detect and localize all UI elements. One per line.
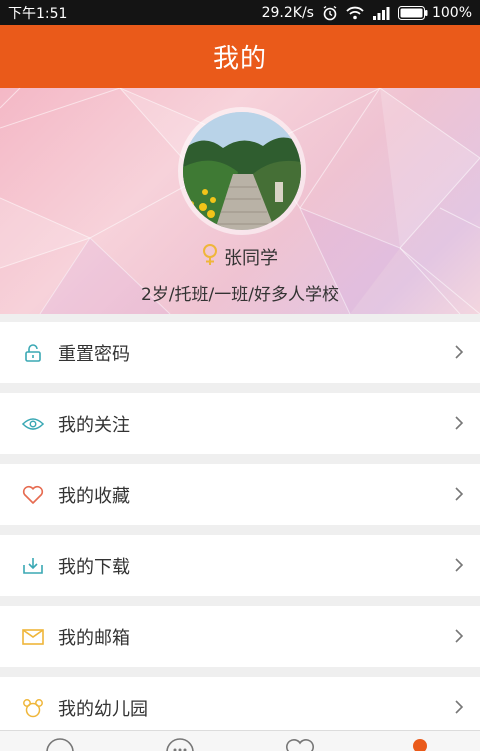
menu-item-reset-password[interactable]: 重置密码 xyxy=(0,322,480,383)
menu-label: 我的收藏 xyxy=(58,482,130,508)
menu-label: 我的下载 xyxy=(58,553,130,579)
profile-name: 张同学 xyxy=(224,244,278,270)
tab-favorites-icon[interactable] xyxy=(285,737,315,751)
menu-label: 我的邮箱 xyxy=(58,624,130,650)
chevron-right-icon xyxy=(454,699,464,719)
battery-percent: 100% xyxy=(432,5,472,21)
profile-name-row: 张同学 xyxy=(0,243,480,271)
battery-icon xyxy=(398,6,428,20)
heart-icon xyxy=(22,484,44,506)
tab-home-icon[interactable] xyxy=(45,737,75,751)
chevron-right-icon xyxy=(454,486,464,506)
bottom-nav xyxy=(0,730,480,751)
tab-me-icon[interactable] xyxy=(405,737,435,751)
signal-icon xyxy=(372,6,390,20)
menu-item-my-follows[interactable]: 我的关注 xyxy=(0,393,480,454)
menu-label: 我的幼儿园 xyxy=(58,695,148,721)
wifi-icon xyxy=(346,6,364,20)
chevron-right-icon xyxy=(454,344,464,364)
profile-details: 2岁/托班/一班/好多人学校 xyxy=(0,280,480,305)
mail-icon xyxy=(22,626,44,648)
lock-icon xyxy=(22,342,44,364)
page-title: 我的 xyxy=(213,38,267,75)
battery-indicator: 100% xyxy=(398,5,472,21)
menu-item-my-kindergarten[interactable]: 我的幼儿园 xyxy=(0,677,480,738)
female-icon xyxy=(202,244,218,271)
menu-label: 重置密码 xyxy=(58,340,130,366)
alarm-icon xyxy=(322,5,338,21)
avatar[interactable] xyxy=(178,107,306,235)
status-time: 下午1:51 xyxy=(8,3,67,23)
chevron-right-icon xyxy=(454,557,464,577)
app-header: 我的 xyxy=(0,25,480,88)
chevron-right-icon xyxy=(454,415,464,435)
network-speed: 29.2K/s xyxy=(262,5,314,21)
menu-label: 我的关注 xyxy=(58,411,130,437)
download-icon xyxy=(22,555,44,577)
kindergarten-icon xyxy=(22,697,44,719)
menu-item-my-mailbox[interactable]: 我的邮箱 xyxy=(0,606,480,667)
status-bar: 下午1:51 29.2K/s 100% xyxy=(0,0,480,25)
menu-item-my-downloads[interactable]: 我的下载 xyxy=(0,535,480,596)
tab-chat-icon[interactable] xyxy=(165,737,195,751)
eye-icon xyxy=(22,413,44,435)
menu-item-my-favorites[interactable]: 我的收藏 xyxy=(0,464,480,525)
chevron-right-icon xyxy=(454,628,464,648)
profile-banner: 张同学 2岁/托班/一班/好多人学校 xyxy=(0,88,480,314)
